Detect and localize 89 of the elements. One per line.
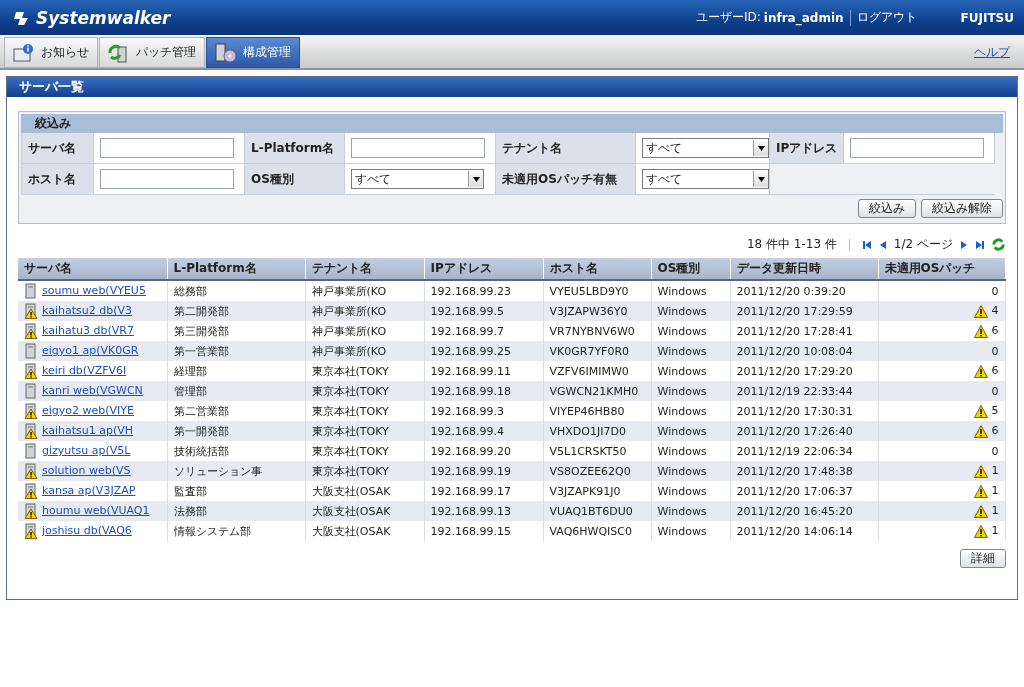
column-header[interactable]: テナント名 [305, 258, 424, 280]
app-logo: Systemwalker [36, 7, 171, 28]
nav-tab[interactable]: 構成管理 [206, 37, 300, 68]
logout-link[interactable]: ログアウト [856, 9, 917, 26]
field-label: OS種別 [245, 164, 345, 195]
table-cell: Windows [651, 521, 730, 541]
server-link[interactable]: kanri web(VGWCN [42, 384, 143, 397]
table-cell: 192.168.99.15 [424, 521, 543, 541]
warning-icon [973, 484, 988, 498]
field-label: L-Platform名 [245, 133, 345, 164]
column-header[interactable]: サーバ名 [18, 258, 167, 280]
column-header[interactable]: データ更新日時 [730, 258, 878, 280]
warning-icon [973, 364, 988, 378]
user-id: infra_admin [763, 10, 844, 25]
server-link[interactable]: houmu web(VUAQ1 [42, 504, 150, 517]
detail-button[interactable]: 詳細 [960, 549, 1006, 568]
help-link[interactable]: ヘルプ [974, 44, 1010, 61]
column-header[interactable]: OS種別 [651, 258, 730, 280]
server-link[interactable]: soumu web(VYEU5 [42, 284, 146, 297]
server-link[interactable]: solution web(VS [42, 464, 131, 477]
refresh-server-icon [108, 42, 130, 63]
warning-icon [973, 324, 988, 338]
warning-icon [973, 424, 988, 438]
patch-count: 6 [991, 364, 999, 378]
table-cell: VAQ6HWQISC0 [543, 521, 651, 541]
caret-icon [757, 145, 765, 151]
table-cell: 情報システム部 [167, 521, 305, 541]
column-header[interactable]: ホスト名 [543, 258, 651, 280]
first-page-icon [861, 239, 872, 250]
table-cell: 2011/12/20 14:06:14 [730, 521, 878, 541]
patch-count: 0 [991, 284, 999, 298]
warning-icon [973, 304, 988, 318]
warning-icon [973, 524, 988, 538]
column-header[interactable]: 未適用OSパッチ [878, 258, 1005, 280]
nav-tab[interactable]: パッチ管理 [99, 37, 205, 68]
filter-button[interactable]: 絞込み [858, 199, 916, 218]
warning-icon [973, 504, 988, 518]
next-icon [959, 239, 969, 250]
table-cell: 大阪支社(OSAK [305, 521, 424, 541]
filter-title: 絞込み [21, 114, 1003, 133]
result-count: 18 件中 1-13 件 [746, 236, 837, 253]
warning-icon [973, 404, 988, 418]
caret-icon [472, 176, 480, 182]
field-label: IPアドレス [770, 133, 844, 164]
panel-title: サーバ一覧 [7, 77, 1017, 97]
dropdown[interactable]: すべて [642, 138, 769, 158]
column-header[interactable]: L-Platform名 [167, 258, 305, 280]
server-link[interactable]: eigyo1 ap(VK0GR [42, 344, 139, 357]
server-link[interactable]: gizyutsu ap(V5L [42, 444, 131, 457]
patch-count: 4 [991, 304, 999, 318]
patch-count: 5 [991, 404, 999, 418]
refresh-button[interactable] [991, 237, 1006, 252]
nav-tab[interactable]: お知らせ [4, 37, 98, 68]
patch-count: 0 [991, 444, 999, 458]
field-label: テナント名 [496, 133, 636, 164]
last-page-icon [975, 239, 985, 250]
next-page-button[interactable] [959, 239, 969, 250]
brand-logo: FUJITSU [960, 10, 1014, 25]
patch-count: 1 [991, 484, 999, 498]
field-label: 未適用OSパッチ有無 [496, 164, 636, 195]
column-header[interactable]: IPアドレス [424, 258, 543, 280]
patch-count: 1 [991, 504, 999, 518]
server-link[interactable]: kaihatsu2 db(V3 [42, 304, 132, 317]
field-label: ホスト名 [22, 164, 94, 195]
server-link[interactable]: kaihatsu1 ap(VH [42, 424, 133, 437]
field-label: サーバ名 [22, 133, 94, 164]
refresh-icon [991, 237, 1006, 252]
user-label: ユーザーID: [695, 9, 761, 26]
last-page-button[interactable] [975, 239, 985, 250]
server-link[interactable]: kansa ap(V3JZAP [42, 484, 136, 497]
server-disc-icon [215, 42, 237, 63]
dropdown[interactable]: すべて [351, 169, 484, 189]
server-link[interactable]: kaihatu3 db(VR7 [42, 324, 134, 337]
patch-count: 0 [991, 384, 999, 398]
caret-icon [757, 176, 765, 182]
first-page-button[interactable] [861, 239, 872, 250]
patch-count: 6 [991, 424, 999, 438]
server-link[interactable]: keiri db(VZFV6I [42, 364, 127, 377]
page-indicator: 1/2 ページ [893, 236, 953, 253]
filter-button[interactable]: 絞込み解除 [921, 199, 1003, 218]
server-link[interactable]: eigyo2 web(VIYE [42, 404, 135, 417]
info-icon [13, 42, 35, 63]
patch-count: 0 [991, 344, 999, 358]
server-link[interactable]: joshisu db(VAQ6 [42, 524, 132, 537]
patch-count: 1 [991, 524, 999, 538]
dropdown[interactable]: すべて [642, 169, 769, 189]
patch-count: 6 [991, 324, 999, 338]
patch-count: 1 [991, 464, 999, 478]
warning-icon [973, 464, 988, 478]
